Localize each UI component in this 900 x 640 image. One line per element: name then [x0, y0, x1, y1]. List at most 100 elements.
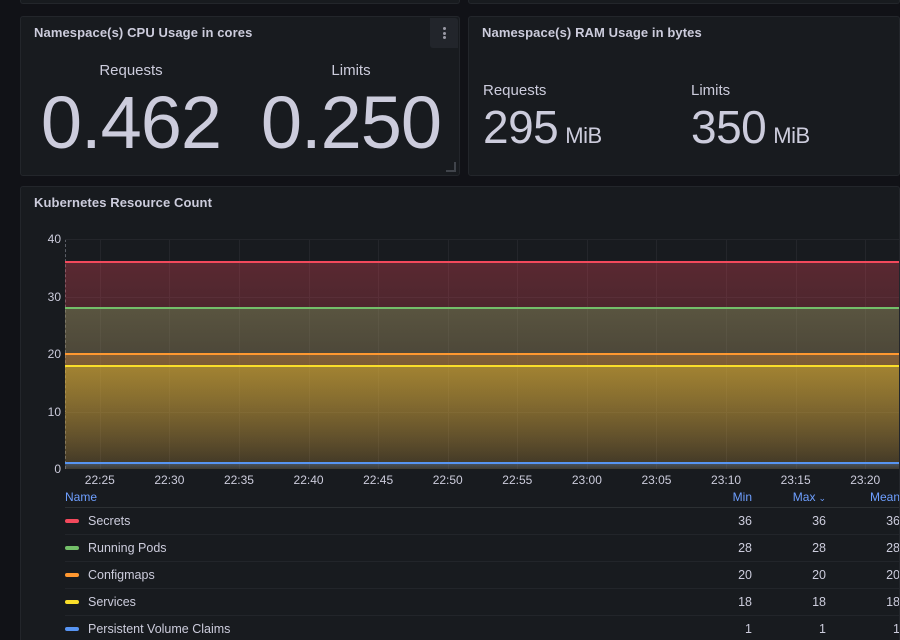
legend-series-label: Persistent Volume Claims — [88, 622, 231, 636]
ram-requests-label: Requests — [483, 82, 547, 99]
cpu-limits-label: Limits — [331, 62, 371, 79]
legend-series-label: Services — [88, 595, 136, 609]
legend-row[interactable]: Configmaps 20 20 20 — [65, 562, 900, 589]
panel-ram-usage: Namespace(s) RAM Usage in bytes Requests… — [468, 16, 900, 176]
chart-plot-inner — [65, 239, 899, 469]
kebab-menu-icon — [442, 26, 446, 41]
legend-color-swatch-icon — [65, 546, 79, 550]
y-axis-tick: 40 — [47, 232, 61, 246]
x-axis-tick: 22:55 — [502, 473, 533, 487]
chart-legend: Name Min Max ⌄ Mean Secrets 36 36 36 Running … — [65, 487, 900, 640]
cpu-requests-value: 0.462 — [40, 80, 222, 164]
x-axis-tick: 23:15 — [780, 473, 811, 487]
chart-series-line — [65, 307, 899, 309]
previous-row-panel-right — [468, 0, 900, 4]
legend-series-label: Configmaps — [88, 568, 155, 582]
x-axis-tick: 23:20 — [850, 473, 881, 487]
ram-stat-group: Requests 295 MiB Limits 350 MiB — [479, 82, 899, 150]
legend-value-mean: 1 — [893, 622, 900, 636]
x-axis-tick: 23:05 — [641, 473, 672, 487]
legend-series-name-cell[interactable]: Configmaps — [65, 568, 678, 582]
ram-stat-limits[interactable]: Limits 350 MiB — [691, 82, 899, 150]
legend-col-header-name[interactable]: Name — [65, 490, 678, 504]
legend-value-mean: 20 — [886, 568, 900, 582]
legend-header-row: Name Min Max ⌄ Mean — [65, 487, 899, 508]
ram-requests-unit: MiB — [565, 122, 602, 148]
ram-limits-label: Limits — [691, 82, 731, 99]
y-axis-tick: 10 — [47, 404, 61, 419]
legend-color-swatch-icon — [65, 600, 79, 604]
chart-series-line — [65, 364, 899, 367]
legend-series-label: Running Pods — [88, 541, 167, 555]
legend-value-max: 36 — [812, 514, 826, 528]
panel-kubernetes-resource-count: Kubernetes Resource Count 0 10 20 30 40 22:2… — [20, 186, 900, 640]
legend-series-label: Secrets — [88, 514, 131, 528]
panel-title-ram: Namespace(s) RAM Usage in bytes — [482, 25, 702, 40]
legend-series-name-cell[interactable]: Running Pods — [65, 541, 678, 555]
panel-title-cpu: Namespace(s) CPU Usage in cores — [34, 25, 253, 40]
x-axis-tick: 22:25 — [84, 473, 115, 487]
x-axis-tick: 22:50 — [432, 473, 463, 487]
panel-cpu-usage: Namespace(s) CPU Usage in cores Requests… — [20, 16, 460, 176]
x-axis-tick: 22:45 — [363, 473, 394, 487]
previous-row-panel-left — [20, 0, 460, 4]
legend-value-mean: 36 — [886, 514, 900, 528]
panel-resize-handle-cpu[interactable] — [446, 162, 457, 173]
chart-series-line — [65, 261, 899, 263]
chart-gridline-horizontal — [65, 239, 899, 240]
legend-col-header-max-label: Max — [792, 490, 816, 504]
ram-requests-number: 295 — [483, 100, 559, 153]
legend-row[interactable]: Services 18 18 18 — [65, 589, 900, 616]
chart-series-line — [65, 462, 899, 465]
cpu-stat-limits[interactable]: Limits 0.250 — [260, 62, 442, 164]
cpu-requests-label: Requests — [99, 62, 163, 79]
legend-value-max: 20 — [812, 568, 826, 582]
legend-value-mean: 28 — [886, 541, 900, 555]
legend-rows-container: Secrets 36 36 36 Running Pods 28 28 28 Configmap… — [65, 508, 900, 640]
legend-color-swatch-icon — [65, 573, 79, 577]
legend-row[interactable]: Running Pods 28 28 28 — [65, 535, 900, 562]
legend-col-header-mean[interactable]: Mean — [826, 490, 899, 504]
ram-limits-number: 350 — [691, 100, 767, 153]
ram-limits-value: 350 MiB — [691, 104, 810, 150]
legend-row[interactable]: Persistent Volume Claims 1 1 1 — [65, 616, 900, 640]
ram-requests-value: 295 MiB — [483, 104, 602, 150]
legend-col-header-max[interactable]: Max ⌄ — [752, 490, 826, 504]
cpu-stat-group: Requests 0.462 Limits 0.250 — [21, 62, 461, 164]
panel-menu-button-cpu[interactable] — [430, 18, 458, 48]
panel-title-resource-count: Kubernetes Resource Count — [34, 195, 213, 210]
legend-value-min: 1 — [745, 622, 752, 636]
y-axis-tick: 0 — [54, 462, 61, 476]
ram-stat-requests[interactable]: Requests 295 MiB — [479, 82, 691, 150]
y-axis-tick: 20 — [47, 347, 61, 361]
chart-series-area — [65, 365, 899, 469]
chart-y-axis: 0 10 20 30 40 — [21, 232, 61, 476]
legend-series-name-cell[interactable]: Secrets — [65, 514, 678, 528]
legend-value-max: 1 — [819, 622, 826, 636]
y-axis-tick: 30 — [47, 289, 61, 304]
legend-value-min: 36 — [738, 514, 752, 528]
x-axis-tick: 23:10 — [711, 473, 742, 487]
cpu-limits-value: 0.250 — [260, 80, 442, 164]
ram-limits-unit: MiB — [773, 122, 810, 148]
legend-value-min: 18 — [738, 595, 752, 609]
chart-series-line — [65, 353, 899, 355]
chart-plot-area[interactable] — [65, 239, 899, 469]
x-axis-tick: 22:35 — [223, 473, 254, 487]
x-axis-tick: 23:00 — [571, 473, 602, 487]
legend-col-header-min[interactable]: Min — [678, 490, 752, 504]
legend-color-swatch-icon — [65, 627, 79, 631]
legend-value-max: 28 — [812, 541, 826, 555]
legend-series-name-cell[interactable]: Services — [65, 595, 678, 609]
legend-value-min: 28 — [738, 541, 752, 555]
legend-value-mean: 18 — [886, 595, 900, 609]
x-axis-tick: 22:30 — [154, 473, 185, 487]
legend-row[interactable]: Secrets 36 36 36 — [65, 508, 900, 535]
legend-color-swatch-icon — [65, 519, 79, 523]
legend-series-name-cell[interactable]: Persistent Volume Claims — [65, 622, 678, 636]
x-axis-tick: 22:40 — [293, 473, 324, 487]
chevron-down-icon: ⌄ — [818, 493, 826, 503]
legend-value-max: 18 — [812, 595, 826, 609]
legend-value-min: 20 — [738, 568, 752, 582]
cpu-stat-requests[interactable]: Requests 0.462 — [40, 62, 222, 164]
